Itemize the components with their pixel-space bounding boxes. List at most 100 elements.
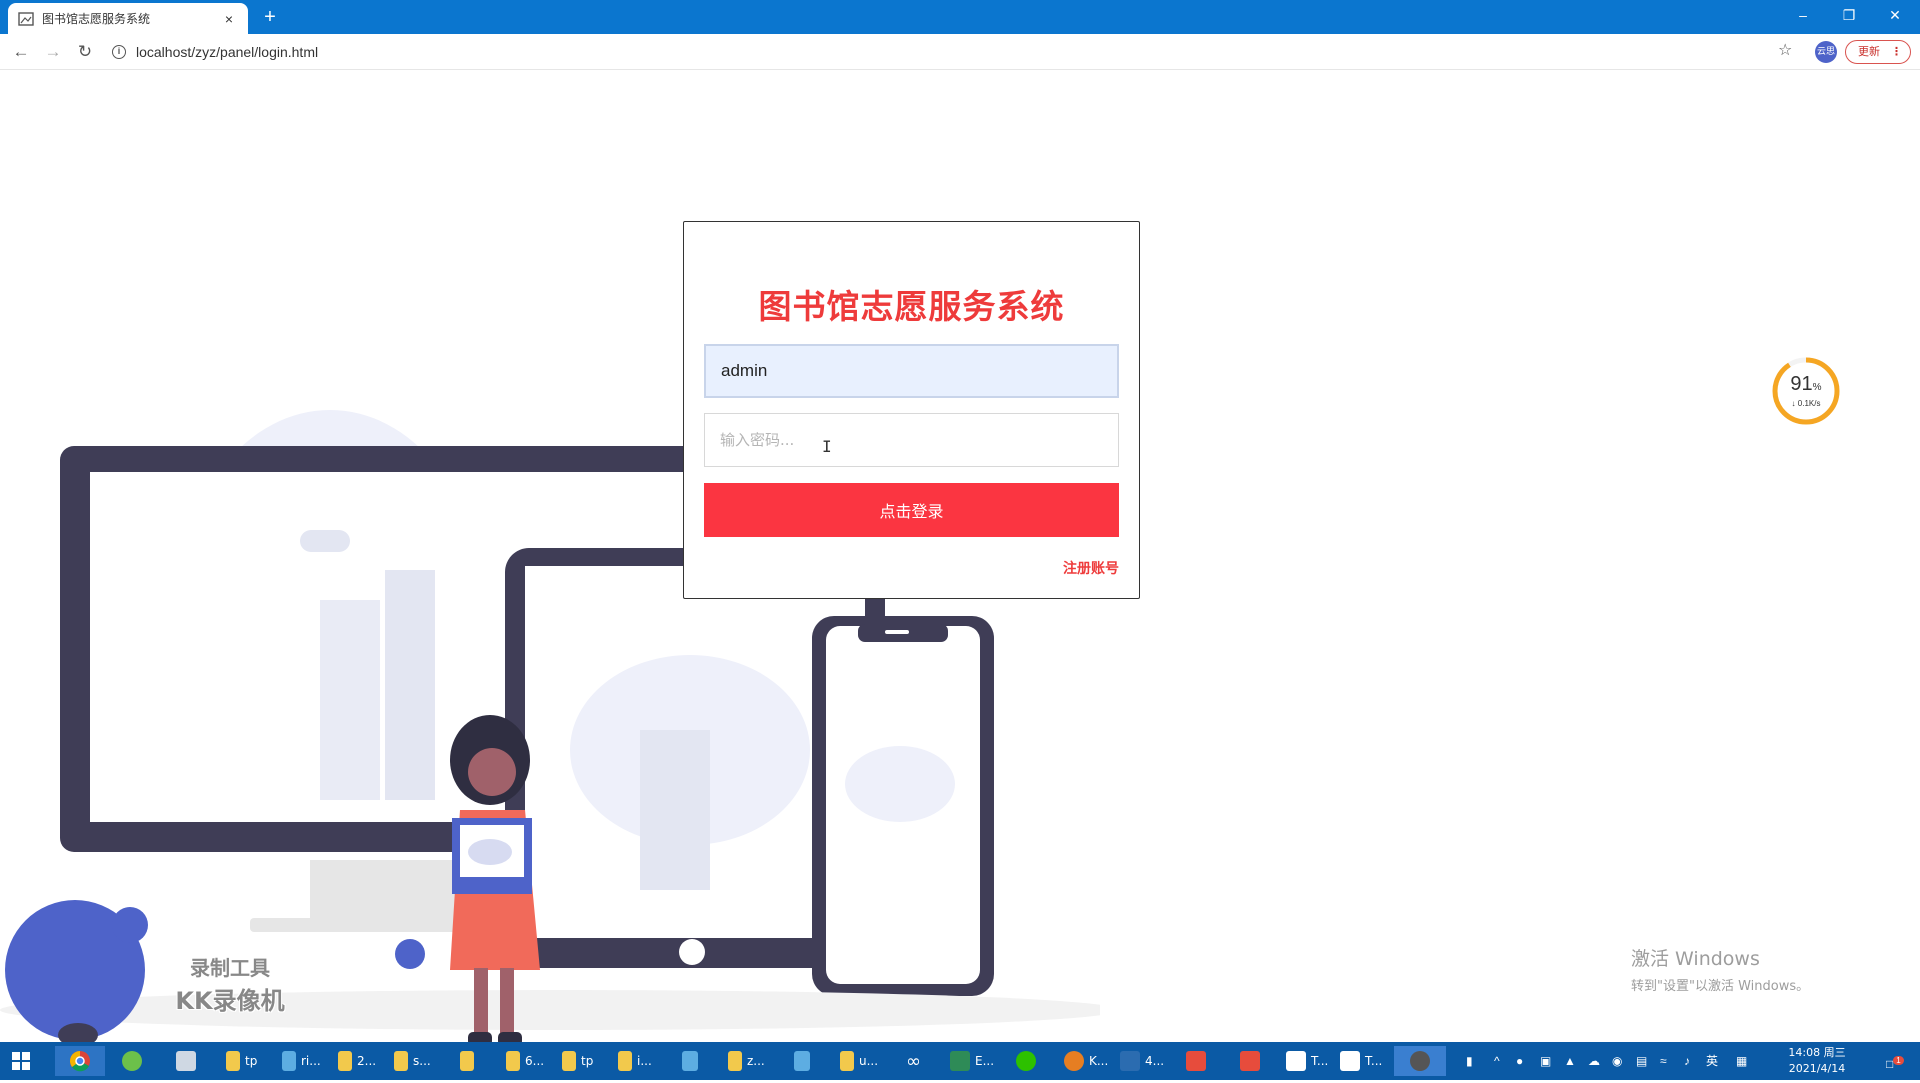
app-icon — [282, 1051, 296, 1071]
blue-bush-top — [112, 907, 148, 943]
taskbar-item-9[interactable] — [682, 1046, 703, 1076]
tray-app-icon[interactable]: ● — [1516, 1042, 1523, 1080]
reload-icon[interactable]: ↻ — [73, 40, 97, 64]
register-link[interactable]: 注册账号 — [1063, 558, 1119, 578]
speed-rate: ↓ 0.1K/s — [1791, 399, 1821, 408]
tab-close-icon[interactable]: × — [220, 11, 238, 27]
tablet-home-button — [679, 939, 705, 965]
taskbar-item-11[interactable] — [794, 1046, 815, 1076]
close-window-button[interactable]: ✕ — [1872, 0, 1918, 30]
taskbar-item-3[interactable]: 2... — [338, 1046, 376, 1076]
app-icon — [950, 1051, 970, 1071]
app-icon — [1064, 1051, 1084, 1071]
forward-arrow-icon[interactable]: → — [41, 40, 65, 64]
taskbar-recorder[interactable] — [1394, 1046, 1446, 1076]
site-info-icon[interactable]: i — [112, 45, 126, 59]
building-2 — [385, 570, 435, 800]
phone-cloud — [845, 746, 955, 822]
taskbar-wechat[interactable] — [1016, 1046, 1041, 1076]
tray-network-icon[interactable]: ▤ — [1636, 1042, 1647, 1080]
keyboard-icon[interactable]: ▦ — [1736, 1042, 1747, 1080]
windows-logo-icon — [12, 1052, 30, 1070]
taskbar-clock[interactable]: 14:08 周三 2021/4/14 — [1772, 1045, 1862, 1077]
taskbar-item-label: s... — [413, 1054, 431, 1068]
held-tablet-cloud — [468, 839, 512, 865]
taskbar-item-8[interactable]: i... — [618, 1046, 652, 1076]
speed-percent-value: 91 — [1790, 373, 1813, 395]
tray-cloud-icon[interactable]: ☁ — [1588, 1042, 1600, 1080]
notification-icon[interactable]: □ 1 — [1886, 1042, 1904, 1080]
speed-percent: 91% — [1772, 373, 1840, 396]
taskbar-item-10[interactable]: z... — [728, 1046, 765, 1076]
restore-button[interactable]: ❐ — [1826, 0, 1872, 30]
wifi-icon[interactable]: ≈ — [1660, 1042, 1667, 1080]
computer-icon — [176, 1051, 196, 1071]
ime-indicator[interactable]: 英 — [1706, 1042, 1718, 1080]
taskbar-item-6[interactable]: 6... — [506, 1046, 544, 1076]
taskbar-item-label: 2... — [357, 1054, 377, 1068]
taskbar-item-label: E... — [975, 1054, 995, 1068]
taskbar-item-label: K... — [1089, 1054, 1109, 1068]
page-favicon-icon — [18, 11, 34, 26]
tray-shield-icon[interactable]: ▲ — [1564, 1042, 1576, 1080]
taskbar-item-15[interactable]: 4... — [1120, 1046, 1164, 1076]
taskbar-item-13[interactable]: E... — [950, 1046, 994, 1076]
taskbar-item-label: z... — [747, 1054, 765, 1068]
taskbar-app-computer[interactable] — [176, 1046, 201, 1076]
folder-icon — [562, 1051, 576, 1071]
app-icon — [682, 1051, 698, 1071]
recorder-watermark: 录制工具 KK录像机 — [160, 952, 300, 1016]
taskbar-item-label: tp — [245, 1054, 258, 1068]
back-arrow-icon[interactable]: ← — [9, 40, 33, 64]
taskbar-item-7[interactable]: tp — [562, 1046, 593, 1076]
minimize-button[interactable]: – — [1780, 0, 1826, 30]
profile-avatar[interactable]: 云思 — [1815, 41, 1837, 63]
tablet-building — [640, 730, 710, 890]
new-tab-button[interactable]: + — [258, 6, 282, 30]
taskbar-app-red-2[interactable] — [1240, 1046, 1265, 1076]
clock-time: 14:08 周三 — [1788, 1046, 1846, 1059]
volume-icon[interactable]: ♪ — [1684, 1042, 1690, 1080]
woman-face — [468, 748, 516, 796]
activation-subtitle: 转到"设置"以激活 Windows。 — [1631, 979, 1810, 994]
taskbar-item-17[interactable]: T... — [1340, 1046, 1382, 1076]
taskbar-item-4[interactable]: s... — [394, 1046, 431, 1076]
folder-icon — [226, 1051, 240, 1071]
taskbar-item-12[interactable]: u... — [840, 1046, 878, 1076]
activation-title: 激活 Windows — [1631, 948, 1760, 970]
tray-chevron-up-icon[interactable]: ^ — [1494, 1042, 1500, 1080]
bookmark-star-icon[interactable]: ☆ — [1778, 40, 1792, 60]
login-button[interactable]: 点击登录 — [704, 483, 1119, 537]
taskbar-app-green[interactable] — [122, 1046, 147, 1076]
username-input[interactable] — [704, 344, 1119, 398]
taskbar-item-label: 4... — [1145, 1054, 1165, 1068]
folder-icon — [840, 1051, 854, 1071]
folder-icon — [728, 1051, 742, 1071]
woman-shoe-right — [498, 1032, 522, 1042]
blue-ball — [395, 939, 425, 969]
watermark-line-1: 录制工具 — [190, 956, 270, 980]
taskbar-item-label: tp — [581, 1054, 594, 1068]
network-speed-widget[interactable]: 91% ↓ 0.1K/s — [1772, 357, 1840, 425]
address-bar[interactable]: i localhost/zyz/panel/login.html — [112, 38, 1772, 66]
taskbar-item-14[interactable]: K... — [1064, 1046, 1108, 1076]
browser-tab[interactable]: 图书馆志愿服务系统 × — [8, 3, 248, 34]
taskbar-chrome[interactable] — [55, 1046, 105, 1076]
taskbar-item-16[interactable]: T... — [1286, 1046, 1328, 1076]
clock-date: 2021/4/14 — [1788, 1062, 1846, 1075]
building-1 — [320, 600, 380, 800]
start-button[interactable] — [12, 1046, 30, 1076]
taskbar-item-5[interactable] — [460, 1046, 479, 1076]
taskbar-app-red-1[interactable] — [1186, 1046, 1211, 1076]
battery-icon[interactable]: ▮ — [1466, 1042, 1473, 1080]
update-button[interactable]: 更新 ⋮ — [1845, 40, 1911, 64]
windows-activation-notice: 激活 Windows 转到"设置"以激活 Windows。 — [1631, 944, 1809, 994]
update-label: 更新 — [1858, 45, 1880, 58]
taskbar-link-tool[interactable]: ∞ — [906, 1046, 921, 1076]
taskbar-item-2[interactable]: ri... — [282, 1046, 321, 1076]
password-input[interactable] — [704, 413, 1119, 467]
url-text: localhost/zyz/panel/login.html — [136, 44, 319, 60]
tray-wechat-icon[interactable]: ◉ — [1612, 1042, 1622, 1080]
taskbar-item-1[interactable]: tp — [226, 1046, 257, 1076]
tray-window-icon[interactable]: ▣ — [1540, 1042, 1551, 1080]
